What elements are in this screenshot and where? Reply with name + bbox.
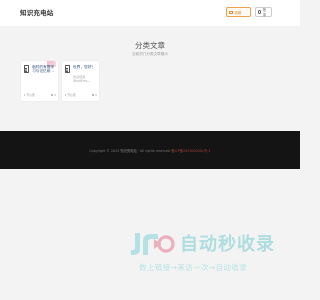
document-icon <box>64 65 70 73</box>
login-button[interactable]: 登录 <box>255 7 272 17</box>
category-label: 开心果 <box>67 93 76 97</box>
category-label: 开心果 <box>26 93 35 97</box>
section-subtitle: 当前热门分类文章展示 <box>132 52 168 56</box>
category-dot-icon <box>23 94 26 96</box>
footer-site-link[interactable]: 知识充电站 <box>120 149 136 153</box>
article-excerpt: 欢迎使用WordPres... <box>73 75 91 84</box>
contribute-button[interactable]: 投稿 <box>226 7 251 17</box>
article-views: 0 <box>91 93 97 97</box>
category-dot-icon <box>64 94 67 96</box>
watermark-title: 自动秒收录 <box>180 234 275 255</box>
user-icon <box>258 10 262 14</box>
article-card[interactable]: 世界，您好！ 欢迎使用WordPres... 开心果 0 <box>62 61 99 101</box>
article-card[interactable]: 临时的有限学习与记忆研... 开心果 0 <box>21 61 58 101</box>
section-title: 分类文章 <box>135 41 165 50</box>
contribute-label: 投稿 <box>234 10 242 15</box>
footer-rights: · All rights reserved <box>137 149 171 153</box>
views-count: 0 <box>54 93 56 97</box>
article-meta: 开心果 0 <box>64 93 97 97</box>
site-header: 知识充电站 投稿 登录 <box>0 0 300 26</box>
site-logo[interactable]: 知识充电站 <box>20 7 54 17</box>
eye-icon <box>50 94 54 96</box>
article-views: 0 <box>50 93 56 97</box>
article-meta: 开心果 0 <box>23 93 56 97</box>
article-title[interactable]: 临时的有限学习与记忆研... <box>32 65 56 74</box>
footer-copyright: Copyright © 2023 知识充电站 · All rights rese… <box>0 148 300 153</box>
document-icon <box>23 65 29 73</box>
icp-link[interactable]: 备ICP备2023000001号-1 <box>171 149 210 153</box>
article-category[interactable]: 开心果 <box>23 93 35 97</box>
eye-icon <box>91 94 95 96</box>
image-icon <box>229 10 233 14</box>
watermark-logo-icon <box>131 233 175 255</box>
article-category[interactable]: 开心果 <box>64 93 76 97</box>
article-title[interactable]: 世界，您好！ <box>73 65 97 70</box>
watermark: 自动秒收录 数上链接→来访一次→自动收录 <box>128 229 283 279</box>
views-count: 0 <box>95 93 97 97</box>
login-label: 登录 <box>262 8 267 17</box>
watermark-subtitle: 数上链接→来访一次→自动收录 <box>139 263 248 272</box>
copyright-prefix: Copyright © 2023 <box>89 149 120 153</box>
